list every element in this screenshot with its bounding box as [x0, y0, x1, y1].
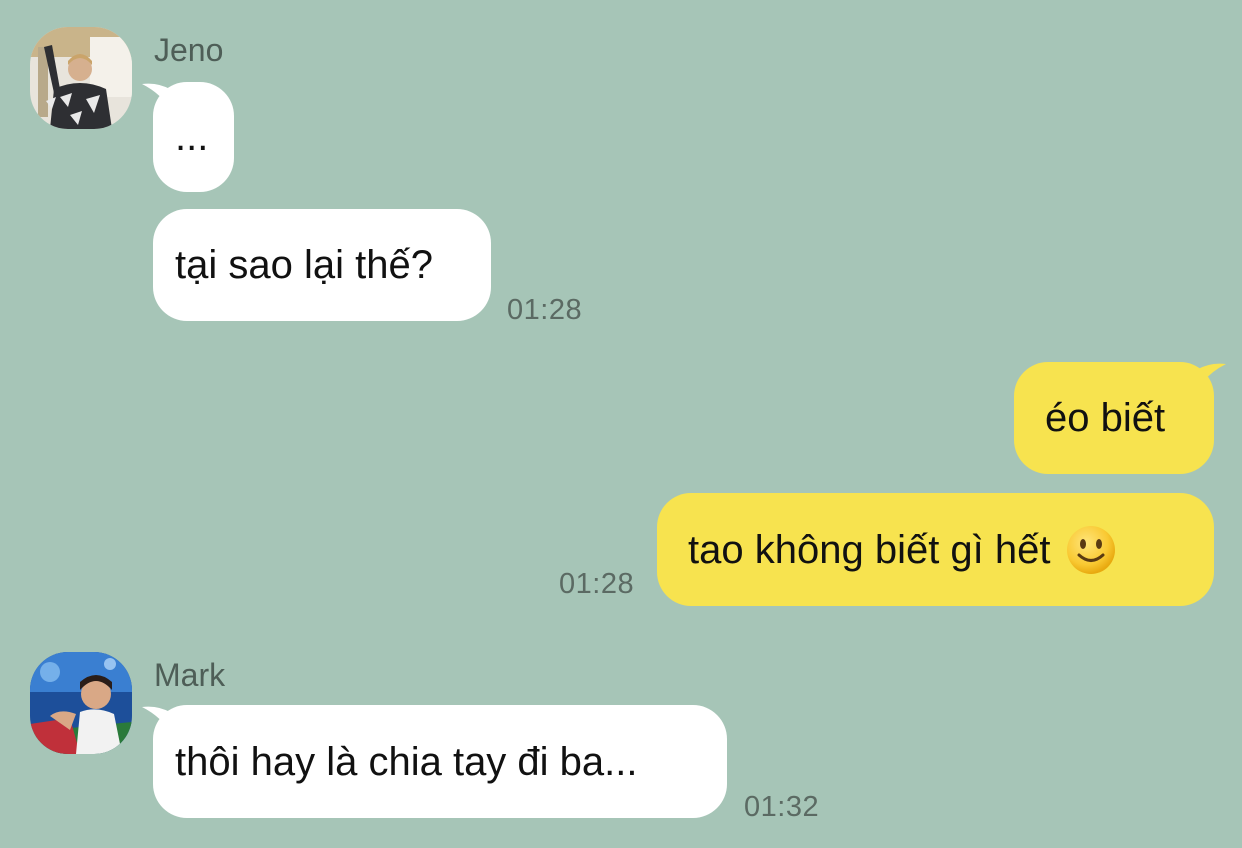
slightly-smiling-face-icon — [1066, 525, 1115, 574]
jeno-avatar[interactable] — [30, 27, 132, 129]
chat-thread: Jeno ... tại sao lại thế? 01:28 éo biết … — [0, 0, 1242, 848]
message-timestamp: 01:28 — [507, 294, 583, 326]
sender-name-jeno: Jeno — [154, 32, 224, 68]
message-bubble[interactable]: tại sao lại thế? — [153, 209, 491, 321]
message-bubble[interactable]: éo biết — [1014, 362, 1214, 474]
message-bubble[interactable]: ... — [153, 82, 234, 192]
message-text: éo biết — [1045, 396, 1166, 440]
message-bubble[interactable]: tao không biết gì hết — [657, 493, 1214, 606]
message-bubble[interactable]: thôi hay là chia tay đi ba... — [153, 705, 727, 818]
message-text: ... — [175, 115, 209, 159]
message-timestamp: 01:32 — [744, 791, 820, 823]
mark-avatar[interactable] — [30, 652, 132, 754]
sender-name-mark: Mark — [154, 657, 226, 693]
message-text: thôi hay là chia tay đi ba... — [175, 739, 638, 784]
message-text: tại sao lại thế? — [175, 243, 433, 287]
message-text: tao không biết gì hết — [688, 527, 1051, 572]
message-timestamp: 01:28 — [559, 568, 635, 600]
